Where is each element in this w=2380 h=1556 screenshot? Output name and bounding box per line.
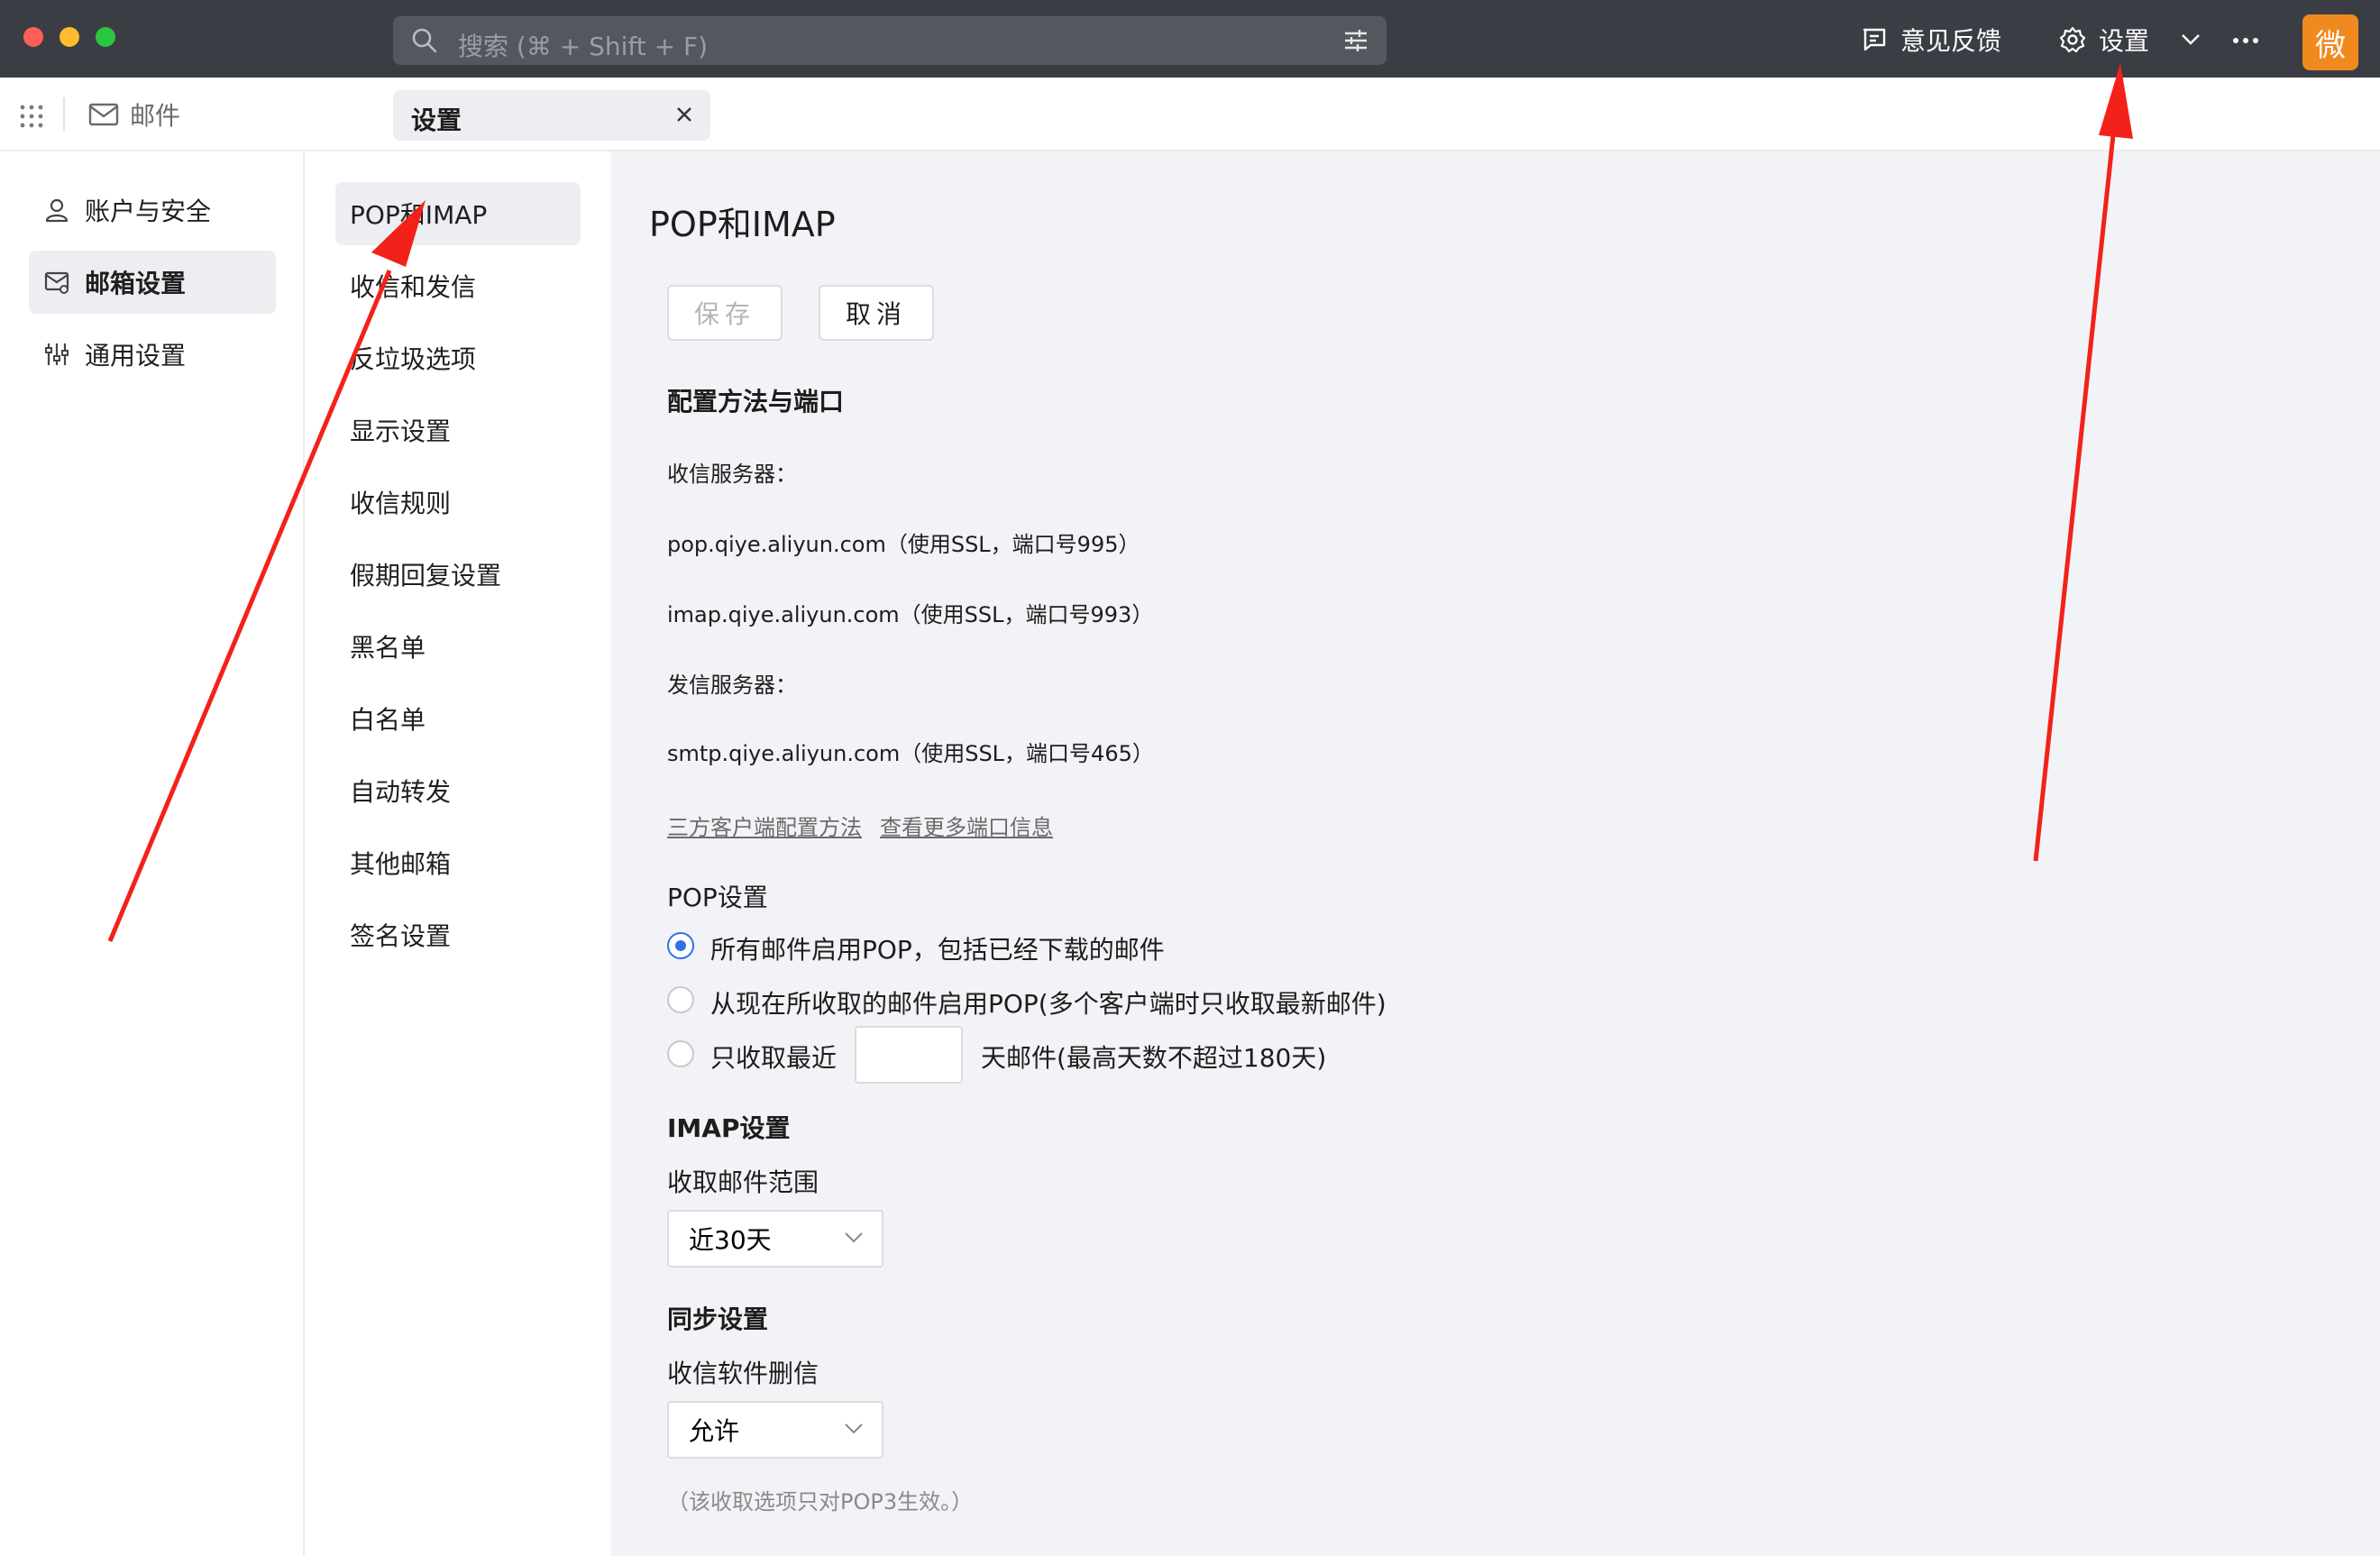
subnav-label: 反垃圾选项 bbox=[350, 344, 477, 374]
feedback-icon bbox=[1863, 28, 1886, 51]
subnav-label: 显示设置 bbox=[350, 416, 452, 446]
nav-label: 通用设置 bbox=[85, 341, 187, 371]
radio-pop-all[interactable] bbox=[667, 932, 694, 959]
radio-pop-from-now-label[interactable]: 从现在所收取的邮件启用POP(多个客户端时只收取最新邮件) bbox=[710, 984, 1387, 1021]
feedback-button[interactable]: 意见反馈 bbox=[1861, 20, 2001, 59]
subnav-whitelist[interactable]: 白名单 bbox=[335, 687, 581, 750]
minimize-window-button[interactable] bbox=[60, 27, 79, 47]
subnav-signature[interactable]: 签名设置 bbox=[335, 903, 581, 966]
nav-account-security[interactable]: 账户与安全 bbox=[29, 178, 276, 242]
settings-button[interactable]: 设置 bbox=[2059, 20, 2149, 59]
subnav-vacation-reply[interactable]: 假期回复设置 bbox=[335, 543, 581, 606]
mailbox-settings-icon bbox=[44, 271, 69, 294]
outgoing-server-label: 发信服务器： bbox=[667, 673, 797, 698]
radio-pop-all-label[interactable]: 所有邮件启用POP，包括已经下载的邮件 bbox=[710, 930, 1165, 966]
recent-days-suffix: 天邮件(最高天数不超过180天) bbox=[981, 1043, 1327, 1073]
tab-mail-label: 邮件 bbox=[130, 101, 181, 131]
subnav-blacklist[interactable]: 黑名单 bbox=[335, 615, 581, 678]
imap-range-select[interactable]: 近30天 bbox=[667, 1210, 883, 1268]
imap-range-label: 收取邮件范围 bbox=[667, 1167, 819, 1197]
settings-category-nav: 账户与安全 邮箱设置 通用设置 bbox=[0, 151, 305, 1556]
nav-general-settings[interactable]: 通用设置 bbox=[29, 323, 276, 386]
app-grid-icon[interactable] bbox=[20, 105, 43, 128]
more-icon[interactable] bbox=[2232, 36, 2259, 45]
subnav-label: 签名设置 bbox=[350, 921, 452, 951]
radio-pop-recent-label[interactable]: 只收取最近 bbox=[710, 1039, 837, 1075]
tab-settings[interactable]: 设置 bbox=[393, 90, 710, 141]
subnav-label: 自动转发 bbox=[350, 777, 452, 807]
zoom-window-button[interactable] bbox=[96, 27, 115, 47]
subnav-label: 白名单 bbox=[350, 705, 426, 735]
chevron-down-icon bbox=[845, 1423, 863, 1434]
chevron-down-icon[interactable] bbox=[2180, 32, 2202, 47]
subnav-inbox-rules[interactable]: 收信规则 bbox=[335, 471, 581, 534]
pop-heading: POP设置 bbox=[667, 883, 768, 912]
subnav-label: 收信规则 bbox=[350, 489, 452, 518]
nav-label: 邮箱设置 bbox=[85, 269, 187, 298]
page-title: POP和IMAP bbox=[649, 205, 836, 244]
smtp-server-info: smtp.qiye.aliyun.com（使用SSL，端口号465） bbox=[667, 741, 1154, 766]
imap-server-info: imap.qiye.aliyun.com（使用SSL，端口号993） bbox=[667, 602, 1154, 627]
settings-content: POP和IMAP 保存 取消 配置方法与端口 收信服务器： pop.qiye.a… bbox=[611, 151, 2380, 1556]
nav-label: 账户与安全 bbox=[85, 197, 212, 226]
close-window-button[interactable] bbox=[23, 27, 43, 47]
subnav-label: 假期回复设置 bbox=[350, 561, 502, 590]
mailbox-settings-subnav: POP和IMAP 收信和发信 反垃圾选项 显示设置 收信规则 假期回复设置 黑名… bbox=[305, 151, 611, 1556]
avatar-text: 微 bbox=[2315, 27, 2346, 64]
cancel-button[interactable]: 取消 bbox=[819, 285, 934, 341]
tab-settings-label: 设置 bbox=[411, 105, 462, 135]
recent-days-input[interactable] bbox=[855, 1026, 963, 1084]
user-icon bbox=[45, 198, 69, 223]
sync-hint: （该收取选项只对POP3生效。） bbox=[667, 1489, 974, 1515]
tab-mail[interactable]: 邮件 bbox=[88, 96, 180, 133]
pop-server-info: pop.qiye.aliyun.com（使用SSL，端口号995） bbox=[667, 532, 1140, 557]
subnav-pop-imap[interactable]: POP和IMAP bbox=[335, 182, 581, 245]
subnav-other-mailboxes[interactable]: 其他邮箱 bbox=[335, 831, 581, 894]
config-heading: 配置方法与端口 bbox=[667, 387, 845, 416]
sliders-icon bbox=[45, 343, 69, 365]
title-bar: 搜索 (⌘ + Shift + F) 意见反馈 设置 微 bbox=[0, 0, 2380, 78]
chevron-down-icon bbox=[845, 1232, 863, 1243]
sync-delete-select[interactable]: 允许 bbox=[667, 1401, 883, 1459]
mail-icon bbox=[88, 103, 119, 126]
third-party-config-link[interactable]: 三方客户端配置方法 bbox=[667, 810, 862, 841]
radio-pop-recent[interactable] bbox=[667, 1040, 694, 1067]
divider bbox=[63, 97, 65, 132]
subnav-label: POP和IMAP bbox=[350, 200, 488, 230]
avatar[interactable]: 微 bbox=[2302, 14, 2358, 70]
sync-heading: 同步设置 bbox=[667, 1304, 769, 1334]
nav-mailbox-settings[interactable]: 邮箱设置 bbox=[29, 251, 276, 314]
incoming-server-label: 收信服务器： bbox=[667, 462, 797, 487]
filter-icon[interactable] bbox=[1343, 29, 1368, 52]
search-input[interactable]: 搜索 (⌘ + Shift + F) bbox=[393, 16, 1387, 65]
subnav-label: 其他邮箱 bbox=[350, 849, 452, 879]
subnav-anti-spam[interactable]: 反垃圾选项 bbox=[335, 326, 581, 389]
search-icon bbox=[412, 28, 437, 53]
sync-delete-value: 允许 bbox=[689, 1416, 740, 1446]
subnav-display[interactable]: 显示设置 bbox=[335, 398, 581, 462]
settings-label: 设置 bbox=[2099, 26, 2150, 56]
gear-icon bbox=[2059, 26, 2086, 53]
sync-delete-label: 收信软件删信 bbox=[667, 1359, 819, 1388]
tab-bar: 邮件 设置 bbox=[0, 78, 2380, 151]
imap-heading: IMAP设置 bbox=[667, 1113, 791, 1143]
subnav-label: 收信和发信 bbox=[350, 272, 477, 302]
feedback-label: 意见反馈 bbox=[1900, 26, 2002, 56]
more-ports-link[interactable]: 查看更多端口信息 bbox=[880, 810, 1053, 841]
radio-pop-from-now[interactable] bbox=[667, 986, 694, 1013]
subnav-auto-forward[interactable]: 自动转发 bbox=[335, 759, 581, 822]
subnav-send-receive[interactable]: 收信和发信 bbox=[335, 254, 581, 317]
subnav-label: 黑名单 bbox=[350, 633, 426, 663]
close-tab-icon[interactable] bbox=[671, 101, 698, 128]
save-button[interactable]: 保存 bbox=[667, 285, 783, 341]
imap-range-value: 近30天 bbox=[689, 1225, 772, 1255]
search-placeholder: 搜索 (⌘ + Shift + F) bbox=[458, 32, 709, 61]
